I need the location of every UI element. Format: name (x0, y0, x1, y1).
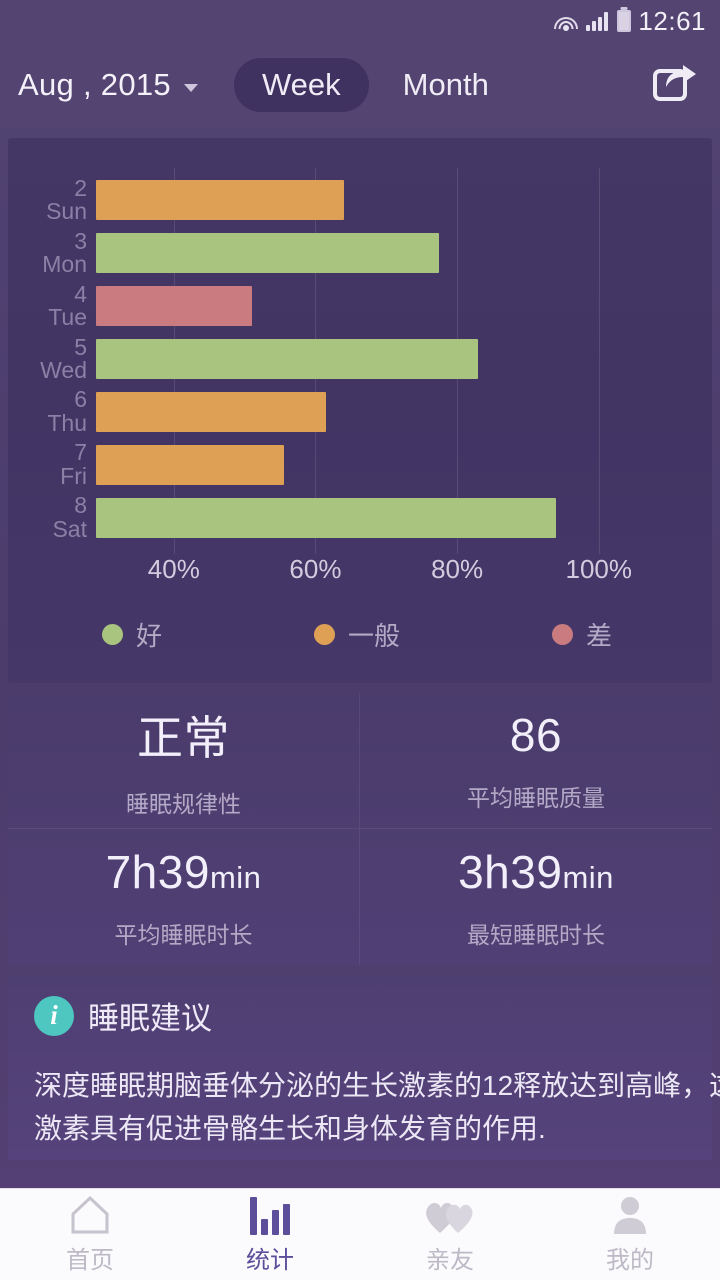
wifi-icon (553, 11, 579, 31)
stat-value: 正常 (137, 712, 230, 764)
stat-cell: 正常 睡眠规律性 (8, 693, 360, 829)
legend-item: 好 (102, 616, 162, 653)
chart-day-label: 6 Thu (47, 386, 87, 436)
stat-value: 86 (509, 709, 563, 761)
chart-bar[interactable] (96, 338, 479, 379)
sleep-quality-chart-card: 2 Sun 3 Mon 4 Tue 5 Wed 6 Thu 7 Fri 8 Sat 40% 60% 80% 10… (8, 138, 712, 683)
legend-item: 一般 (314, 616, 400, 653)
month-selector[interactable]: Aug , 2015 (18, 67, 198, 103)
legend-label: 一般 (348, 621, 401, 651)
chart-bar[interactable] (96, 497, 557, 538)
chevron-down-icon (183, 83, 198, 92)
nav-label-friends: 亲友 (426, 1246, 474, 1274)
sleep-stats-screen: 12:61 Aug , 2015 Week Month 2 Sun 3 Mon 4 Tue… (0, 0, 720, 1280)
legend-label: 差 (586, 621, 613, 651)
stat-cell: 86 平均睡眠质量 (360, 693, 712, 829)
chart-plot-area: 2 Sun 3 Mon 4 Tue 5 Wed 6 Thu 7 Fri 8 Sat (8, 168, 712, 554)
chart-x-axis: 40% 60% 80% 100% (8, 548, 712, 594)
chart-bar-row[interactable]: 8 Sat (8, 491, 712, 544)
nav-item-profile[interactable]: 我的 (540, 1189, 720, 1280)
chart-bar-rows: 2 Sun 3 Mon 4 Tue 5 Wed 6 Thu 7 Fri 8 Sat (8, 174, 712, 544)
sleep-stats-grid: 正常睡眠规律性 86 平均睡眠质量 7h39min 平均睡眠时长 3h39min 最短睡眠时… (8, 693, 712, 965)
chart-day-label: 8 Sat (52, 492, 87, 542)
status-bar: 12:61 (0, 0, 720, 42)
chart-day-label: 2 Sun (46, 174, 87, 225)
chart-x-tick-label: 80% (431, 554, 484, 584)
signal-bars-icon (586, 11, 610, 31)
chart-day-label: 4 Tue (48, 280, 87, 331)
nav-item-home[interactable]: 首页 (0, 1189, 180, 1280)
advice-title: 睡眠建议 (88, 1001, 212, 1036)
stat-label: 最短睡眠时长 (467, 921, 605, 948)
chart-bar-row[interactable]: 4 Tue (8, 280, 712, 333)
legend-swatch (552, 624, 574, 645)
legend-label: 好 (136, 621, 163, 651)
chart-bar-row[interactable]: 3 Mon (8, 227, 712, 280)
home-icon (69, 1195, 111, 1235)
stat-label: 平均睡眠时长 (114, 921, 253, 948)
nav-label-home: 首页 (66, 1246, 114, 1274)
info-icon: i (34, 995, 74, 1036)
stat-label: 平均睡眠质量 (467, 785, 605, 811)
chart-bar-row[interactable]: 2 Sun (8, 174, 712, 227)
legend-swatch (102, 624, 123, 645)
stat-value: 3h39min (458, 845, 614, 898)
tab-month[interactable]: Month (375, 58, 517, 112)
share-button[interactable] (650, 59, 702, 111)
stat-cell: 7h39min 平均睡眠时长 (8, 829, 360, 965)
stat-unit: min (562, 859, 614, 895)
nav-item-friends[interactable]: 亲友 (360, 1189, 540, 1280)
hearts-icon (424, 1195, 476, 1235)
bar-chart-icon (250, 1195, 290, 1235)
battery-icon (617, 10, 632, 32)
bottom-navigation: 首页 统计 亲友 我的 (0, 1188, 720, 1280)
nav-item-stats[interactable]: 统计 (180, 1189, 360, 1280)
chart-day-label: 5 Wed (40, 333, 87, 383)
chart-bar[interactable] (96, 286, 252, 327)
advice-body-text: 深度睡眠期脑垂体分泌的生长激素的12释放达到高峰，这种激素具有促进骨骼生长和身体… (34, 1070, 720, 1145)
nav-label-stats: 统计 (246, 1246, 294, 1274)
chart-day-label: 7 Fri (60, 439, 87, 489)
status-bar-time: 12:61 (638, 5, 706, 36)
chart-bar-row[interactable]: 6 Thu (8, 385, 712, 438)
stat-unit: min (209, 859, 262, 895)
chart-bar[interactable] (96, 233, 440, 274)
chart-bar[interactable] (96, 180, 344, 221)
advice-header: i 睡眠建议 (8, 993, 712, 1038)
person-icon (609, 1195, 651, 1235)
share-arrow-icon (666, 65, 696, 87)
app-header: Aug , 2015 Week Month (0, 42, 720, 128)
stat-label: 睡眠规律性 (126, 791, 241, 817)
stat-cell: 3h39min 最短睡眠时长 (360, 829, 712, 965)
sleep-advice-card: i 睡眠建议 深度睡眠期脑垂体分泌的生长激素的12释放达到高峰，这种激素具有促进… (8, 975, 720, 1160)
legend-item: 差 (552, 616, 612, 653)
nav-label-profile: 我的 (606, 1246, 654, 1274)
chart-day-label: 3 Mon (42, 227, 87, 278)
chart-bar-row[interactable]: 7 Fri (8, 438, 712, 491)
chart-x-tick-label: 40% (147, 554, 200, 584)
chart-bar-row[interactable]: 5 Wed (8, 333, 712, 386)
tab-week[interactable]: Week (233, 58, 369, 112)
period-segmented-control: Week Month (233, 58, 517, 112)
chart-x-tick-label: 60% (289, 554, 342, 584)
legend-swatch (314, 624, 336, 645)
chart-bar[interactable] (96, 444, 284, 485)
chart-bar[interactable] (96, 391, 327, 432)
chart-x-tick-label: 100% (565, 554, 633, 584)
chart-legend: 好 一般 差 (8, 594, 712, 653)
stat-value: 7h39min (105, 845, 262, 898)
month-label: Aug , 2015 (18, 67, 171, 102)
